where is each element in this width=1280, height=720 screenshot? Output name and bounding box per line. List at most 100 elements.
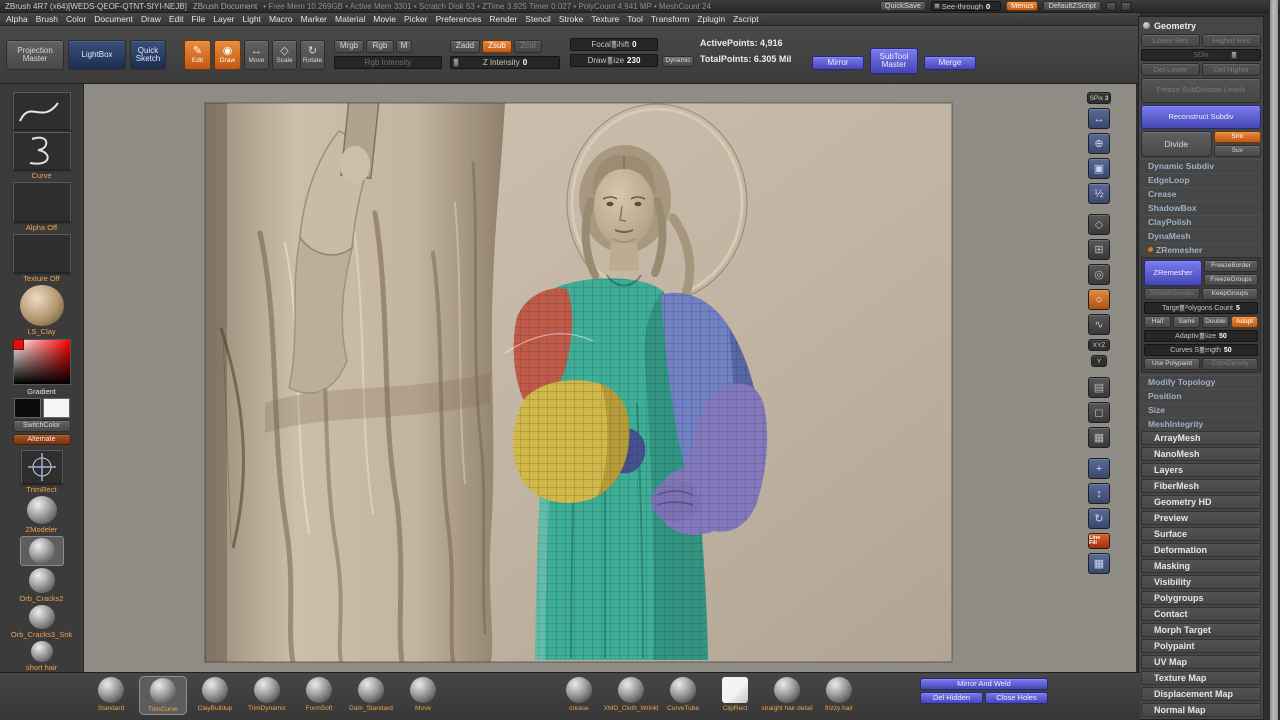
- trimrect-thumbnail[interactable]: [20, 449, 63, 484]
- floor-icon[interactable]: ⊞: [1088, 239, 1110, 260]
- scroll-icon[interactable]: ↔: [1088, 108, 1110, 129]
- quicksave-button[interactable]: QuickSave: [879, 1, 926, 11]
- close-holes-button[interactable]: Close Holes: [985, 692, 1048, 704]
- viewport-canvas[interactable]: [84, 84, 1136, 672]
- brush-item[interactable]: ClayBuildup: [192, 677, 238, 712]
- palette-row[interactable]: Polypaint: [1141, 639, 1261, 653]
- position-section[interactable]: Position: [1141, 389, 1261, 401]
- mesh-integrity-section[interactable]: MeshIntegrity: [1141, 417, 1261, 429]
- orb-cracks2-thumbnail[interactable]: [28, 568, 55, 593]
- modify-topology-section[interactable]: Modify Topology: [1141, 375, 1261, 387]
- lightbox-button[interactable]: LightBox: [68, 40, 126, 70]
- brush-item[interactable]: frizzy hair: [816, 677, 862, 712]
- adaptive-size-slider[interactable]: AdaptiveSize 50: [1144, 330, 1258, 342]
- window-layout-icon[interactable]: [1121, 1, 1131, 11]
- menu-item[interactable]: Movie: [373, 14, 396, 24]
- freeze-subdivision-button[interactable]: Freeze SubDivision Levels: [1141, 78, 1261, 103]
- zcut-button[interactable]: Zcut: [514, 40, 542, 53]
- del-lower-button[interactable]: Del Lower: [1141, 63, 1200, 76]
- window-grid-icon[interactable]: [1106, 1, 1116, 11]
- see-through-slider[interactable]: See-through 0: [930, 1, 1001, 11]
- lasso-icon[interactable]: ○: [1088, 289, 1110, 310]
- menu-item[interactable]: Texture: [591, 14, 619, 24]
- palette-row[interactable]: Layers: [1141, 463, 1261, 477]
- menus-button[interactable]: Menus: [1005, 1, 1039, 11]
- actual-icon[interactable]: ▣: [1088, 158, 1110, 179]
- brush-item[interactable]: FormSoft: [296, 677, 342, 712]
- lower-res-button[interactable]: Lower Res: [1141, 34, 1200, 47]
- current-brush-thumbnail[interactable]: [19, 536, 64, 567]
- menu-item[interactable]: Picker: [404, 14, 428, 24]
- zmodeler-thumbnail[interactable]: [26, 496, 57, 525]
- alpha-thumbnail[interactable]: [12, 182, 71, 222]
- brush-item[interactable]: ClipRect: [712, 677, 758, 712]
- menu-item[interactable]: Stroke: [559, 14, 584, 24]
- brush-item[interactable]: straight hair detail: [761, 677, 813, 712]
- palette-row[interactable]: Morph Target: [1141, 623, 1261, 637]
- mirror-and-weld-button[interactable]: Mirror And Weld: [920, 678, 1048, 690]
- rgb-button[interactable]: Rgb: [366, 40, 394, 53]
- adapt-button[interactable]: Adapt: [1231, 316, 1258, 328]
- menu-item[interactable]: Tool: [627, 14, 643, 24]
- rgb-intensity-slider[interactable]: Rgb Intensity: [334, 56, 442, 69]
- palette-row[interactable]: ArrayMesh: [1141, 431, 1261, 445]
- rotate-button[interactable]: ↻ Rotate: [300, 40, 325, 70]
- size-section[interactable]: Size: [1141, 403, 1261, 415]
- material-thumbnail[interactable]: [19, 285, 64, 327]
- palette-row[interactable]: Masking: [1141, 559, 1261, 573]
- reconstruct-subdiv-button[interactable]: Reconstruct Subdiv: [1141, 104, 1261, 129]
- default-zscript-button[interactable]: DefaultZScript: [1043, 1, 1101, 11]
- menu-item[interactable]: Macro: [269, 14, 293, 24]
- brush-item[interactable]: Move: [400, 677, 446, 712]
- curve-thumbnail[interactable]: [12, 132, 71, 170]
- menu-item[interactable]: Stencil: [525, 14, 551, 24]
- short-hair-thumbnail[interactable]: [30, 641, 53, 662]
- subtool-master-button[interactable]: SubTool Master: [870, 48, 918, 74]
- geometry-header[interactable]: Geometry: [1141, 19, 1261, 32]
- zadd-button[interactable]: Zadd: [450, 40, 480, 53]
- scale3d-icon[interactable]: ↕: [1088, 483, 1110, 504]
- suv-toggle[interactable]: Suv: [1213, 145, 1261, 157]
- merge-button[interactable]: Merge: [924, 56, 976, 70]
- local-icon[interactable]: ◎: [1088, 264, 1110, 285]
- palette-row[interactable]: Geometry HD: [1141, 495, 1261, 509]
- smooth-groups-button[interactable]: SmoothGroups: [1144, 288, 1200, 300]
- aahalf-icon[interactable]: ½: [1088, 183, 1110, 204]
- frame-icon[interactable]: ▦: [1088, 427, 1110, 448]
- alternate-button[interactable]: Alternate: [12, 433, 71, 445]
- brush-item-selected[interactable]: TrimCurve: [139, 676, 187, 715]
- zremesher-button[interactable]: ZRemesher: [1144, 260, 1202, 286]
- color-picker[interactable]: [12, 338, 71, 386]
- palette-row[interactable]: Normal Map: [1141, 703, 1261, 717]
- sdiv-slider[interactable]: SDiv: [1141, 49, 1261, 61]
- menu-item[interactable]: Alpha: [6, 14, 28, 24]
- brush-item[interactable]: Dam_Standard: [348, 677, 394, 712]
- zremesher-section[interactable]: ZRemesher: [1141, 243, 1261, 255]
- palette-row[interactable]: Deformation: [1141, 543, 1261, 557]
- draw-button[interactable]: ◉ Draw: [214, 40, 241, 70]
- xyz-icon[interactable]: XYZ: [1088, 339, 1110, 351]
- dynamesh-section[interactable]: DynaMesh: [1141, 229, 1261, 241]
- menu-item[interactable]: Document: [94, 14, 133, 24]
- double-button[interactable]: Double: [1202, 316, 1229, 328]
- edit-button[interactable]: ✎ Edit: [184, 40, 211, 70]
- freeze-groups-button[interactable]: FreezeGroups: [1204, 274, 1258, 286]
- main-color-swatch[interactable]: [13, 398, 41, 419]
- brush-item[interactable]: crease: [556, 677, 602, 712]
- focal-shift-slider[interactable]: Focal Shift 0: [570, 38, 658, 51]
- menu-item[interactable]: Layer: [213, 14, 234, 24]
- palette-row[interactable]: NanoMesh: [1141, 447, 1261, 461]
- claypolish-section[interactable]: ClayPolish: [1141, 215, 1261, 227]
- brush-item[interactable]: XMD_Cloth_Wrinkl: [604, 677, 658, 712]
- target-polygons-slider[interactable]: Target Polygons Count 5: [1144, 302, 1258, 314]
- mrgb-button[interactable]: Mrgb: [334, 40, 364, 53]
- smt-toggle[interactable]: Smt: [1213, 131, 1261, 143]
- keep-groups-button[interactable]: KeepGroups: [1202, 288, 1258, 300]
- color-density-button[interactable]: ColorDensity: [1202, 358, 1258, 370]
- rotate3d-icon[interactable]: ↻: [1088, 508, 1110, 529]
- curves-strength-slider[interactable]: Curves Strength 50: [1144, 344, 1258, 356]
- palette-row[interactable]: UV Map: [1141, 655, 1261, 669]
- menu-item[interactable]: File: [192, 14, 206, 24]
- menu-item[interactable]: Edit: [169, 14, 184, 24]
- divide-button[interactable]: Divide: [1141, 131, 1212, 157]
